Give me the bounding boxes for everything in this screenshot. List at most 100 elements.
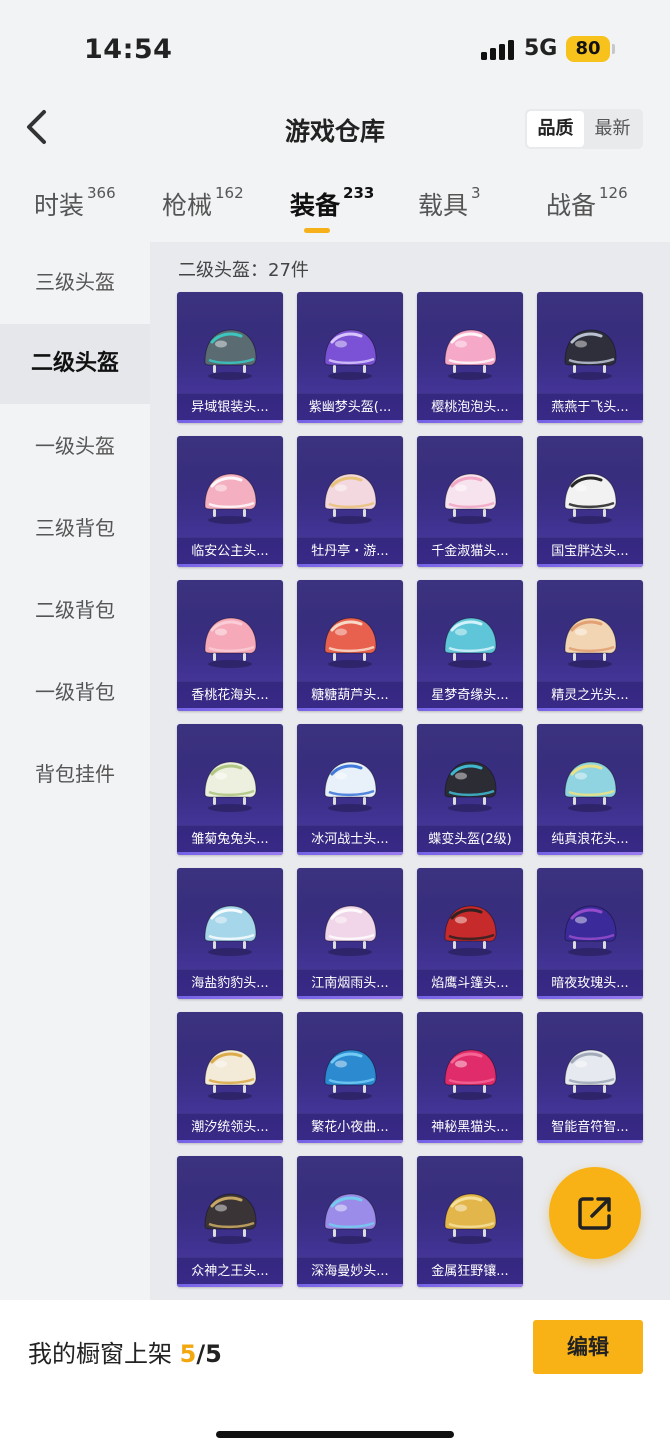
item-card[interactable]: 燕燕于飞头...	[537, 292, 643, 423]
signal-icon	[481, 40, 517, 60]
tab-equipment[interactable]: 装备 233	[290, 184, 375, 222]
tab-supplies[interactable]: 战备 126	[546, 184, 628, 222]
sidebar-item-level2-helmet[interactable]: 二级头盔	[0, 324, 150, 404]
item-name: 雏菊兔兔头...	[177, 825, 283, 855]
tab-count: 3	[471, 184, 481, 202]
helmet-icon	[324, 1049, 377, 1100]
item-card[interactable]: 金属狂野镶...	[417, 1156, 523, 1287]
sidebar-item-level1-backpack[interactable]: 一级背包	[0, 652, 150, 732]
item-name: 临安公主头...	[177, 537, 283, 567]
item-card[interactable]: 神秘黑猫头...	[417, 1012, 523, 1143]
item-card[interactable]: 国宝胖达头...	[537, 436, 643, 567]
item-name: 海盐豹豹头...	[177, 969, 283, 999]
item-name: 神秘黑猫头...	[417, 1113, 523, 1143]
item-name: 千金淑猫头...	[417, 537, 523, 567]
item-card[interactable]: 深海曼妙头...	[297, 1156, 403, 1287]
sidebar: 三级头盔 二级头盔 一级头盔 三级背包 二级背包 一级背包 背包挂件	[0, 242, 150, 1300]
battery-tip	[612, 44, 615, 54]
item-card[interactable]: 紫幽梦头盔(...	[297, 292, 403, 423]
sidebar-item-level3-backpack[interactable]: 三级背包	[0, 488, 150, 568]
helmet-icon	[204, 1049, 257, 1100]
item-card[interactable]: 潮汐统领头...	[177, 1012, 283, 1143]
sidebar-item-level2-backpack[interactable]: 二级背包	[0, 570, 150, 650]
sort-newest-button[interactable]: 最新	[584, 111, 641, 147]
item-card[interactable]: 千金淑猫头...	[417, 436, 523, 567]
item-card[interactable]: 精灵之光头...	[537, 580, 643, 711]
item-name: 江南烟雨头...	[297, 969, 403, 999]
item-card[interactable]: 暗夜玫瑰头...	[537, 868, 643, 999]
item-card[interactable]: 雏菊兔兔头...	[177, 724, 283, 855]
item-name: 繁花小夜曲...	[297, 1113, 403, 1143]
tab-label: 装备	[290, 191, 341, 220]
item-card[interactable]: 临安公主头...	[177, 436, 283, 567]
helmet-icon	[444, 617, 497, 668]
helmet-icon	[324, 905, 377, 956]
header: 游戏仓库 品质 最新	[0, 96, 670, 166]
helmet-icon	[564, 329, 617, 380]
helmet-icon	[564, 617, 617, 668]
network-type: 5G	[524, 36, 558, 61]
helmet-icon	[324, 617, 377, 668]
item-name: 潮汐统领头...	[177, 1113, 283, 1143]
helmet-icon	[324, 1193, 377, 1244]
item-name: 暗夜玫瑰头...	[537, 969, 643, 999]
item-name: 焰鹰斗篷头...	[417, 969, 523, 999]
item-name: 蝶变头盔(2级)	[417, 825, 523, 855]
sort-toggle: 品质 最新	[525, 109, 643, 149]
item-card[interactable]: 智能音符智...	[537, 1012, 643, 1143]
sort-quality-button[interactable]: 品质	[527, 111, 584, 147]
tab-fashion[interactable]: 时装 366	[34, 184, 116, 222]
home-indicator[interactable]	[216, 1431, 454, 1438]
tab-count: 162	[215, 184, 244, 202]
item-panel: 二级头盔：27件 异域银装头... 紫幽梦头盔(... 樱桃泡泡头... 燕燕于飞头.…	[150, 242, 670, 1300]
item-card[interactable]: 众神之王头...	[177, 1156, 283, 1287]
item-name: 星梦奇缘头...	[417, 681, 523, 711]
helmet-icon	[324, 473, 377, 524]
helmet-icon	[444, 761, 497, 812]
helmet-icon	[204, 1193, 257, 1244]
sidebar-item-level3-helmet[interactable]: 三级头盔	[0, 242, 150, 322]
item-card[interactable]: 海盐豹豹头...	[177, 868, 283, 999]
item-name: 冰河战士头...	[297, 825, 403, 855]
helmet-icon	[564, 761, 617, 812]
showcase-current: 5	[179, 1340, 197, 1368]
item-name: 金属狂野镶...	[417, 1257, 523, 1287]
sidebar-item-backpack-pendant[interactable]: 背包挂件	[0, 734, 150, 814]
item-card[interactable]: 牡丹亭・游...	[297, 436, 403, 567]
item-card[interactable]: 星梦奇缘头...	[417, 580, 523, 711]
item-card[interactable]: 樱桃泡泡头...	[417, 292, 523, 423]
showcase-label: 我的橱窗上架	[28, 1340, 172, 1368]
helmet-icon	[444, 905, 497, 956]
item-name: 糖糖葫芦头...	[297, 681, 403, 711]
helmet-icon	[324, 761, 377, 812]
tab-count: 366	[87, 184, 116, 202]
helmet-icon	[204, 905, 257, 956]
showcase-total: /5	[196, 1340, 222, 1368]
item-card[interactable]: 纯真浪花头...	[537, 724, 643, 855]
item-card[interactable]: 异域银装头...	[177, 292, 283, 423]
tab-count: 233	[343, 184, 375, 202]
battery-icon: 80	[566, 36, 610, 62]
status-time: 14:54	[84, 34, 173, 65]
share-button[interactable]	[549, 1167, 641, 1259]
item-card[interactable]: 蝶变头盔(2级)	[417, 724, 523, 855]
item-card[interactable]: 江南烟雨头...	[297, 868, 403, 999]
helmet-icon	[204, 329, 257, 380]
helmet-icon	[564, 905, 617, 956]
item-card[interactable]: 冰河战士头...	[297, 724, 403, 855]
tab-vehicles[interactable]: 载具 3	[418, 184, 481, 222]
item-card[interactable]: 香桃花海头...	[177, 580, 283, 711]
helmet-icon	[444, 1193, 497, 1244]
helmet-icon	[444, 329, 497, 380]
bottom-bar: 我的橱窗上架 5/5 编辑	[0, 1300, 670, 1453]
status-bar: 14:54 5G 80	[0, 0, 670, 96]
item-name: 众神之王头...	[177, 1257, 283, 1287]
tab-label: 载具	[418, 191, 469, 220]
tab-guns[interactable]: 枪械 162	[162, 184, 244, 222]
item-card[interactable]: 繁花小夜曲...	[297, 1012, 403, 1143]
item-card[interactable]: 糖糖葫芦头...	[297, 580, 403, 711]
item-card[interactable]: 焰鹰斗篷头...	[417, 868, 523, 999]
edit-button[interactable]: 编辑	[533, 1320, 643, 1374]
sidebar-item-level1-helmet[interactable]: 一级头盔	[0, 406, 150, 486]
tab-label: 时装	[34, 191, 85, 220]
